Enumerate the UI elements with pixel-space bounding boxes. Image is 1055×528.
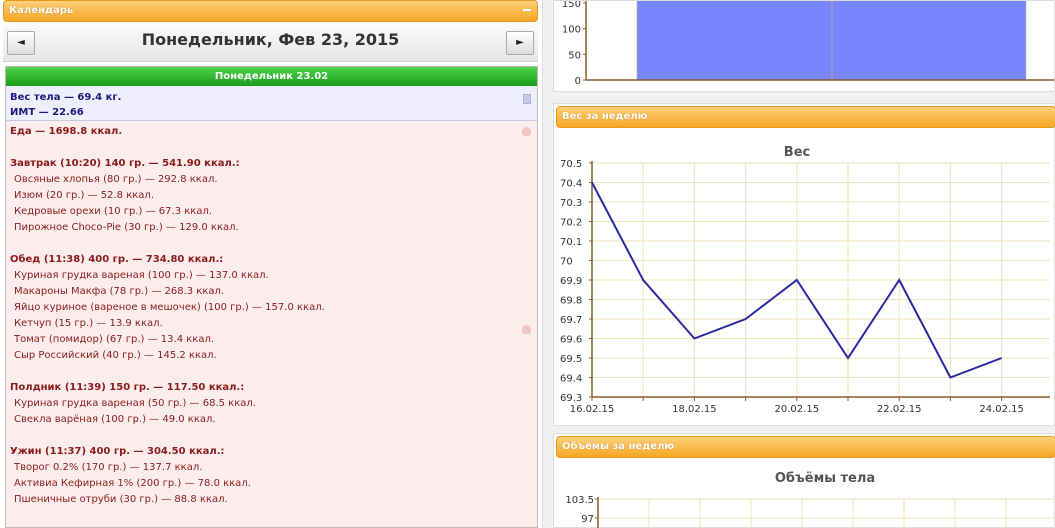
meal-item: Томат (помидор) (67 гр.) — 13.4 ккал. [14,334,215,345]
tick-label: 97 [581,514,594,525]
tick-label: 150 [562,1,581,10]
tick-label: 103.5 [565,495,594,506]
bar-chart: 150 100 50 0 [562,0,1054,87]
meal-item: Макароны Макфа (78 гр.) — 268.3 ккал. [14,286,225,297]
calendar-panel: Календарь ◄ Понедельник, Фев 23, 2015 ► … [0,0,543,528]
hand-icon[interactable] [522,127,531,136]
chart-title: Объёмы тела [775,471,875,486]
volume-chart: Объёмы тела 103.59790.5 [565,471,1054,528]
volume-widget: Объёмы за неделю Объёмы тела 103.59790.5 [553,433,1055,528]
tick-label: 69.3 [560,393,582,404]
food-section: Еда — 1698.8 ккал. Завтрак (10:20) 140 г… [6,121,537,511]
prev-day-button[interactable]: ◄ [7,31,35,55]
tick-label: 20.02.15 [775,404,820,415]
body-weight-text: Вес тела — 69.4 кг. [10,92,122,103]
weight-widget-header: Вес за неделю [556,106,1055,128]
hand-icon[interactable] [522,325,531,334]
bmi-text: ИМТ — 22.66 [10,107,84,118]
meal-item: Яйцо куриное (вареное в мешочек) (100 гр… [14,302,325,313]
date-title: Понедельник, Фев 23, 2015 [141,30,400,49]
volume-widget-header: Объёмы за неделю [556,436,1055,458]
tick-label: 22.02.15 [877,404,922,415]
meal-item: Активиа Кефирная 1% (200 гр.) — 78.0 кка… [14,478,251,489]
meal-title: Полдник (11:39) 150 гр. — 117.50 ккал.: [10,382,245,393]
tick-label: 70 [560,257,573,268]
tick-label: 69.8 [560,296,582,307]
meal-item: Овсяные хлопья (80 гр.) — 292.8 ккал. [14,174,218,185]
tick-label: 0 [575,76,581,87]
bar-chart-widget: 150 100 50 0 [553,0,1055,92]
tick-label: 24.02.15 [979,404,1024,415]
calendar-header-title: Календарь [9,5,74,16]
meal-item: Куриная грудка вареная (100 гр.) — 137.0… [14,270,269,281]
next-day-button[interactable]: ► [506,31,534,55]
tick-label: 16.02.15 [570,404,615,415]
tick-label: 70.4 [560,179,582,190]
tick-label: 70.3 [560,198,582,209]
tick-label: 69.7 [560,315,582,326]
tick-label: 50 [568,50,581,61]
meal-item: Творог 0.2% (170 гр.) — 137.7 ккал. [14,462,203,473]
meal-item: Сыр Российский (40 гр.) — 145.2 ккал. [14,350,217,361]
date-navigation: ◄ Понедельник, Фев 23, 2015 ► [3,24,538,62]
meal-title: Ужин (11:37) 400 гр. — 304.50 ккал.: [10,446,225,457]
tick-label: 70.1 [560,237,582,248]
tick-label: 100 [562,25,581,36]
day-entry: Понедельник 23.02 Вес тела — 69.4 кг. ИМ… [5,66,538,528]
charts-panel: 150 100 50 0 Вес за неделю Вес 70.5 70.4 70.3… [553,0,1055,528]
weight-section: Вес тела — 69.4 кг. ИМТ — 22.66 [6,86,537,121]
weight-chart: Вес 70.5 70.4 70.3 70.2 70.1 70 69.9 69.8 69.7 69… [560,145,1050,415]
day-title: Понедельник 23.02 [6,67,537,86]
tick-label: 69.6 [560,335,582,346]
meal-title: Завтрак (10:20) 140 гр. — 541.90 ккал.: [10,158,240,169]
tick-label: 70.2 [560,218,582,229]
meal-item: Пшеничные отруби (30 гр.) — 88.8 ккал. [14,494,228,505]
meal-title: Обед (11:38) 400 гр. — 734.80 ккал.: [10,254,224,265]
meal-item: Пирожное Choco-Pie (30 гр.) — 129.0 ккал… [14,222,239,233]
meal-item: Изюм (20 гр.) — 52.8 ккал. [14,190,155,201]
tick-label: 69.5 [560,354,582,365]
calendar-header: Календарь [3,0,538,22]
tick-label: 70.5 [560,159,582,170]
chart-title: Вес [784,145,810,160]
document-icon[interactable] [523,94,531,104]
tick-label: 69.9 [560,276,582,287]
food-total: Еда — 1698.8 ккал. [10,126,123,137]
meal-item: Свекла варёная (100 гр.) — 49.0 ккал. [14,414,216,425]
meal-item: Кетчуп (15 гр.) — 13.9 ккал. [14,318,163,329]
tick-label: 18.02.15 [672,404,717,415]
collapse-icon[interactable] [523,9,531,11]
meal-item: Куриная грудка вареная (50 гр.) — 68.5 к… [14,398,256,409]
tick-label: 69.4 [560,374,582,385]
meal-item: Кедровые орехи (10 гр.) — 67.3 ккал. [14,206,213,217]
weight-widget: Вес за неделю Вес 70.5 70.4 70.3 70.2 70.1 70… [553,103,1055,426]
